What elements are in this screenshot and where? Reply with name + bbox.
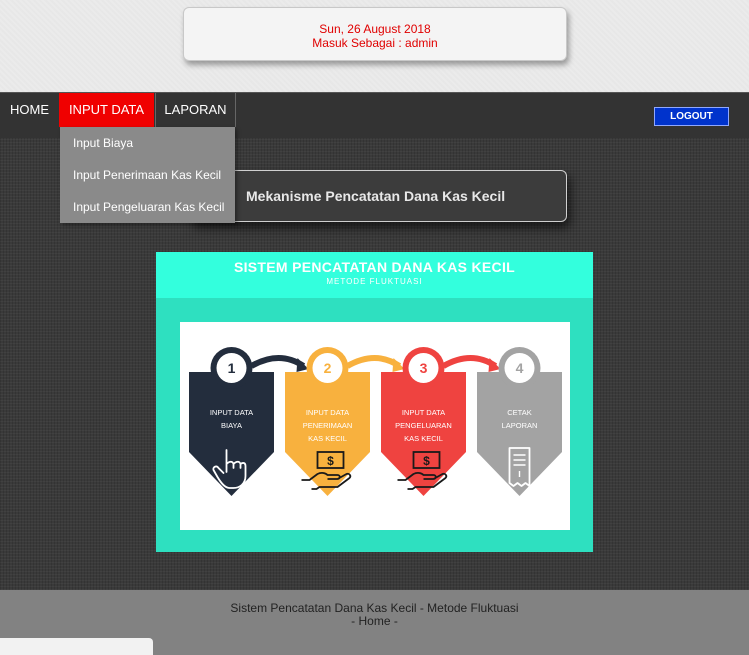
dollar-sign: $ — [423, 454, 430, 468]
nav-laporan[interactable]: LAPORAN — [155, 93, 236, 127]
bottom-tab — [0, 638, 153, 655]
step-label: PENGELUARAN — [395, 421, 452, 430]
infographic-title: SISTEM PENCATATAN DANA KAS KECIL — [233, 259, 516, 275]
login-status: Masuk Sebagai : admin — [312, 36, 438, 50]
infographic-card: SISTEM PENCATATAN DANA KAS KECIL METODE … — [156, 252, 593, 552]
step-label: KAS KECIL — [308, 434, 347, 443]
current-date: Sun, 26 August 2018 — [319, 22, 431, 36]
step-label: INPUT DATA — [306, 408, 349, 417]
logout-button[interactable]: LOGOUT — [654, 107, 729, 126]
step-label: LAPORAN — [502, 421, 538, 430]
step-label: INPUT DATA — [402, 408, 445, 417]
steps-diagram: 1 INPUT DATA BIAYA 2 INPUT DATA PENERIMAAN KAS… — [189, 347, 562, 496]
footer-home-link[interactable]: - Home - — [0, 615, 749, 628]
dropdown-item-input-pengeluaran[interactable]: Input Pengeluaran Kas Kecil — [60, 191, 235, 223]
input-data-dropdown: Input Biaya Input Penerimaan Kas Kecil I… — [60, 127, 235, 223]
nav-home[interactable]: HOME — [0, 93, 59, 127]
step-connector-arrow — [346, 355, 402, 369]
nav-input-data[interactable]: INPUT DATA — [59, 93, 154, 127]
step-label: KAS KECIL — [404, 434, 443, 443]
step-label: CETAK — [507, 408, 531, 417]
infographic-subtitle: METODE FLUKTUASI — [326, 277, 423, 286]
step-connector-arrow — [250, 355, 306, 369]
dollar-sign: $ — [327, 454, 334, 468]
infographic-panel: 1 INPUT DATA BIAYA 2 INPUT DATA PENERIMAAN KAS… — [180, 322, 570, 530]
dropdown-item-input-biaya[interactable]: Input Biaya — [60, 127, 235, 159]
step-number: 3 — [420, 360, 428, 376]
step-label: BIAYA — [221, 421, 242, 430]
step-connector-arrow — [442, 355, 498, 369]
step-label: PENERIMAAN — [303, 421, 353, 430]
step-shape — [189, 372, 274, 496]
step-number: 1 — [228, 360, 236, 376]
step-shape — [477, 372, 562, 496]
step-number: 4 — [516, 360, 524, 376]
footer-title: Sistem Pencatatan Dana Kas Kecil - Metod… — [230, 601, 519, 615]
page-title: Mekanisme Pencatatan Dana Kas Kecil — [190, 170, 567, 222]
step-number: 2 — [324, 360, 332, 376]
user-info-box: Sun, 26 August 2018 Masuk Sebagai : admi… — [183, 7, 567, 61]
step-label: INPUT DATA — [210, 408, 253, 417]
infographic-header: SISTEM PENCATATAN DANA KAS KECIL METODE … — [156, 252, 593, 298]
dropdown-item-input-penerimaan[interactable]: Input Penerimaan Kas Kecil — [60, 159, 235, 191]
